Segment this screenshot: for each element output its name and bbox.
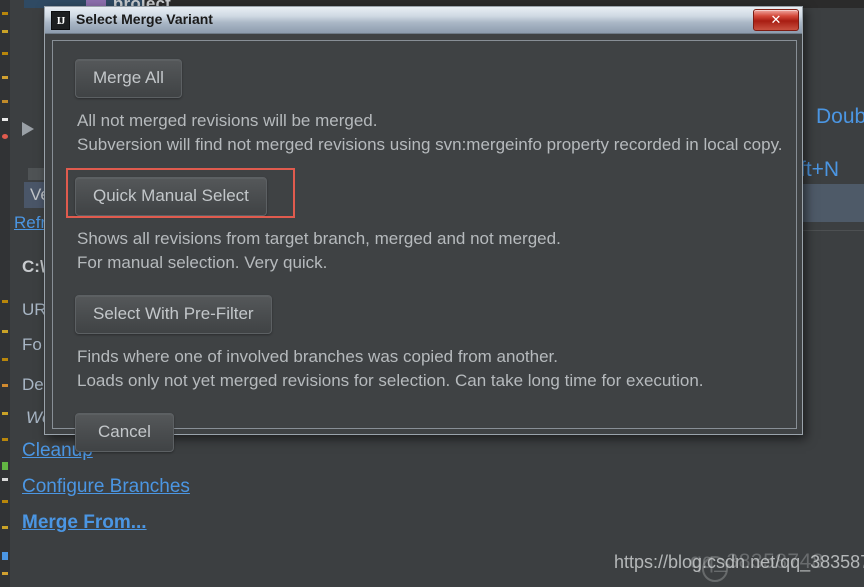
depth-label: De bbox=[22, 375, 44, 394]
quick-manual-select-wrapper: Quick Manual Select bbox=[66, 168, 295, 218]
merge-all-description-line-2: Subversion will find not merged revision… bbox=[77, 135, 783, 154]
select-with-pre-filter-button[interactable]: Select With Pre-Filter bbox=[75, 295, 272, 334]
pre-filter-description-line-2: Loads only not yet merged revisions for … bbox=[77, 371, 704, 390]
configure-branches-link[interactable]: Configure Branches bbox=[22, 476, 190, 498]
folder-label: Fo bbox=[22, 335, 42, 354]
merge-all-description-line-1: All not merged revisions will be merged. bbox=[77, 111, 378, 130]
refresh-link[interactable]: Refr bbox=[14, 213, 46, 233]
watermark-overlay: qq_38358748 bbox=[690, 550, 824, 573]
dialog-body: Merge All All not merged revisions will … bbox=[53, 41, 796, 452]
merge-all-button[interactable]: Merge All bbox=[75, 59, 182, 98]
pre-filter-description-line-1: Finds where one of involved branches was… bbox=[77, 347, 558, 366]
play-icon[interactable] bbox=[22, 122, 34, 136]
merge-option-quick-manual-select: Quick Manual Select Shows all revisions … bbox=[66, 168, 774, 275]
merge-from-link[interactable]: Merge From... bbox=[22, 512, 147, 534]
cancel-button[interactable]: Cancel bbox=[75, 413, 174, 452]
double-hint-label: Doub bbox=[816, 105, 864, 128]
quick-manual-select-description-line-1: Shows all revisions from target branch, … bbox=[77, 229, 561, 248]
dialog-content-frame: Merge All All not merged revisions will … bbox=[52, 40, 797, 452]
select-merge-variant-dialog: IJ Select Merge Variant ✕ Merge All All … bbox=[44, 6, 803, 452]
quick-manual-select-description-line-2: For manual selection. Very quick. bbox=[77, 253, 328, 272]
quick-manual-select-button[interactable]: Quick Manual Select bbox=[75, 177, 267, 216]
dialog-titlebar[interactable]: IJ Select Merge Variant ✕ bbox=[45, 7, 802, 34]
merge-option-merge-all: Merge All All not merged revisions will … bbox=[75, 59, 783, 157]
url-label: UR bbox=[22, 300, 47, 319]
dialog-title: Select Merge Variant bbox=[76, 11, 213, 27]
shortcut-hint-label: ft+N bbox=[800, 158, 840, 181]
close-icon[interactable]: ✕ bbox=[753, 9, 799, 31]
left-tool-strip bbox=[0, 0, 10, 587]
local-path-label: C:\ bbox=[22, 257, 45, 276]
intellij-idea-icon: IJ bbox=[51, 11, 70, 30]
merge-option-select-with-pre-filter: Select With Pre-Filter Finds where one o… bbox=[75, 295, 774, 393]
left-gutter bbox=[10, 0, 25, 587]
